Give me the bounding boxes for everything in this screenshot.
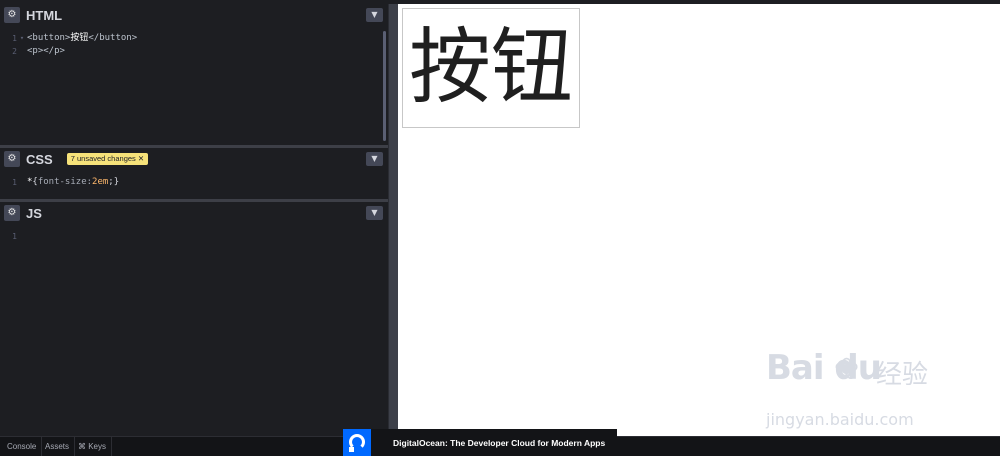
css-editor-header: ⚙ CSS 7 unsaved changes ✕ ▼ bbox=[0, 148, 388, 170]
html-editor-title: HTML bbox=[26, 7, 63, 23]
editor-panel: ⚙ HTML ▼ 1 ▾ <button> 按钮 </button> 2 <p></… bbox=[0, 4, 388, 436]
unsaved-changes-badge[interactable]: 7 unsaved changes ✕ bbox=[66, 153, 149, 165]
chevron-down-icon[interactable]: ▼ bbox=[366, 8, 383, 22]
watermark-url: jingyan.baidu.com bbox=[766, 410, 914, 429]
line-number: 1 bbox=[12, 232, 17, 241]
css-value: 2em bbox=[92, 177, 109, 187]
js-editor-title: JS bbox=[26, 205, 42, 221]
line-number: 1 bbox=[12, 34, 17, 43]
html-editor-header: ⚙ HTML ▼ bbox=[0, 4, 388, 26]
baidu-watermark: Bai du ❀ 经验 jingyan.baidu.com bbox=[766, 348, 986, 438]
console-button[interactable]: Console bbox=[2, 437, 43, 456]
watermark-cn: 经验 bbox=[876, 360, 929, 390]
preview-button[interactable]: 按钮 bbox=[402, 8, 580, 128]
result-preview[interactable]: 按钮 Bai du ❀ 经验 jingyan.baidu.com bbox=[398, 4, 1000, 436]
code-line[interactable]: 1 * {font-size: 2em;} bbox=[0, 176, 388, 189]
css-code[interactable]: 1 * {font-size: 2em;} bbox=[0, 170, 388, 189]
js-editor[interactable]: ⚙ JS ▼ 1 bbox=[0, 202, 388, 436]
code-line[interactable]: 2 <p></p> bbox=[0, 45, 388, 58]
gear-icon[interactable]: ⚙ bbox=[4, 151, 20, 167]
chevron-down-icon[interactable]: ▼ bbox=[366, 206, 383, 220]
gear-icon[interactable]: ⚙ bbox=[4, 7, 20, 23]
html-code[interactable]: 1 ▾ <button> 按钮 </button> 2 <p></p> bbox=[0, 26, 388, 58]
sponsor-ad[interactable]: DigitalOcean: The Developer Cloud for Mo… bbox=[343, 429, 617, 456]
digitalocean-logo-icon bbox=[343, 429, 371, 456]
html-editor[interactable]: ⚙ HTML ▼ 1 ▾ <button> 按钮 </button> 2 <p></… bbox=[0, 4, 388, 145]
css-editor[interactable]: ⚙ CSS 7 unsaved changes ✕ ▼ 1 * {font-si… bbox=[0, 148, 388, 200]
code-text: 按钮 bbox=[70, 33, 89, 43]
css-editor-title: CSS bbox=[26, 151, 53, 167]
html-editor-scrollbar[interactable] bbox=[383, 31, 386, 141]
assets-button[interactable]: Assets bbox=[40, 437, 76, 456]
css-property: font-size: bbox=[37, 177, 93, 187]
pane-resize-divider[interactable] bbox=[388, 4, 398, 436]
ad-text[interactable]: DigitalOcean: The Developer Cloud for Mo… bbox=[393, 438, 605, 448]
code-tag: <p></p> bbox=[27, 46, 65, 56]
gear-icon[interactable]: ⚙ bbox=[4, 205, 20, 221]
chevron-down-icon[interactable]: ▼ bbox=[366, 152, 383, 166]
css-brace-close: ;} bbox=[108, 177, 120, 187]
js-editor-header: ⚙ JS ▼ bbox=[0, 202, 388, 224]
paw-icon: ❀ bbox=[834, 352, 860, 387]
code-line[interactable]: 1 ▾ <button> 按钮 </button> bbox=[0, 32, 388, 45]
fold-arrow-icon[interactable]: ▾ bbox=[17, 32, 27, 45]
js-code[interactable]: 1 bbox=[0, 224, 388, 243]
line-number: 1 bbox=[12, 178, 17, 187]
code-open-tag: <button> bbox=[27, 33, 71, 43]
code-close-tag: </button> bbox=[88, 33, 138, 43]
keys-button[interactable]: ⌘ Keys bbox=[73, 437, 113, 456]
code-line[interactable]: 1 bbox=[0, 230, 388, 243]
line-number: 2 bbox=[12, 47, 17, 56]
preview-button-label: 按钮 bbox=[408, 20, 573, 115]
